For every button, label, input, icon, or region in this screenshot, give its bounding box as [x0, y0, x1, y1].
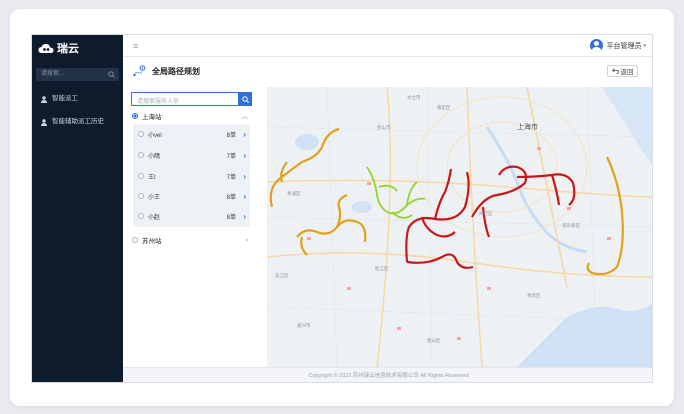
route-map[interactable]: 上海市 青浦区 松江区 闵行区 嘉定区 浦东新区 奉贤区 金山区 昆山市 太仓市…	[267, 87, 653, 367]
member-order-count: 7单	[226, 153, 236, 160]
map-label: 松江区	[375, 265, 389, 272]
page-title-group: 全局路径规划	[133, 65, 200, 77]
member-row[interactable]: 小王 8单 ›	[133, 186, 250, 206]
user-icon	[41, 118, 47, 126]
member-row[interactable]: 小隋 7单 ›	[133, 145, 250, 165]
member-name: 小隋	[148, 153, 161, 160]
map-canvas[interactable]: 上海市 青浦区 松江区 闵行区 嘉定区 浦东新区 奉贤区 金山区 昆山市 太仓市…	[267, 87, 653, 367]
member-radio[interactable]	[138, 131, 144, 137]
group-name: 苏州站	[142, 238, 162, 245]
chevron-right-icon[interactable]: ›	[243, 172, 246, 181]
back-button-label: 返回	[620, 69, 634, 76]
map-label: 闵行区	[479, 210, 493, 217]
member-row[interactable]: 小vel 8单 ›	[133, 124, 250, 144]
lake	[352, 201, 372, 213]
route-orange	[269, 127, 624, 276]
map-label: 吴江区	[275, 272, 289, 279]
group-radio[interactable]	[132, 113, 138, 119]
brand-name: 瑞云	[57, 43, 79, 55]
user-name: 平台管理员	[606, 42, 642, 50]
chevron-right-icon[interactable]: ›	[243, 192, 246, 201]
sidebar-item-label: 智能辅助派工历史	[52, 118, 104, 125]
route-icon	[133, 65, 146, 77]
member-name: 小vel	[148, 132, 162, 139]
brand-logo[interactable]: 瑞云	[38, 41, 79, 55]
member-row[interactable]: 王I 7单 ›	[133, 166, 250, 186]
search-icon	[108, 71, 115, 78]
member-radio[interactable]	[138, 152, 144, 158]
member-order-count: 7单	[226, 174, 236, 181]
group-name: 上海站	[142, 114, 162, 121]
map-label: 嘉兴市	[297, 322, 311, 329]
app-window: 瑞云 请搜索... 智能派工 智能辅助派工历史 ≡ 平台管理员 ▾ 全局路径规划…	[31, 34, 653, 383]
chevron-right-icon[interactable]: ›	[243, 212, 246, 221]
staff-panel: 请搜索服务人员 上海站 ︿ 小vel 8单 › 小隋 7单 › 王I 7单 › …	[123, 87, 257, 367]
sea-area	[602, 87, 652, 165]
back-arrow-icon	[611, 68, 619, 74]
member-name: 小赵	[148, 214, 161, 221]
staff-search-button[interactable]	[238, 92, 252, 106]
cloud-logo-icon	[38, 43, 54, 53]
group-suzhou[interactable]: 苏州站 ›	[132, 234, 250, 246]
top-bar: ≡ 平台管理员 ▾	[123, 35, 652, 57]
user-menu[interactable]: 平台管理员 ▾	[590, 39, 646, 52]
staff-search-input[interactable]: 请搜索服务人员	[131, 92, 252, 106]
ring-roads	[416, 96, 588, 238]
chevron-up-icon[interactable]: ︿	[241, 111, 248, 121]
map-label: 金山区	[427, 337, 441, 344]
user-icon	[41, 95, 47, 103]
chevron-right-icon[interactable]: ›	[243, 151, 246, 160]
member-name: 小王	[148, 194, 161, 201]
avatar	[590, 39, 604, 52]
route-green	[366, 166, 426, 219]
member-order-count: 8单	[226, 194, 236, 201]
member-radio[interactable]	[138, 173, 144, 179]
map-label: 奉贤区	[527, 292, 541, 299]
sidebar-search-placeholder: 请搜索...	[41, 71, 65, 77]
sidebar-item-label: 智能派工	[52, 95, 78, 102]
sidebar-search-input[interactable]: 请搜索...	[36, 68, 119, 81]
member-name: 王I	[148, 174, 156, 181]
map-label: 昆山市	[377, 124, 391, 131]
member-radio[interactable]	[138, 213, 144, 219]
sidebar-item-smart-dispatch[interactable]: 智能派工	[32, 92, 123, 106]
footer-copyright: Copyright © 2022 苏州瑞云信息技术有限公司 All Rights…	[123, 367, 652, 382]
page-title: 全局路径规划	[152, 66, 200, 76]
group-shanghai[interactable]: 上海站 ︿	[132, 110, 250, 122]
map-label: 太仓市	[407, 94, 421, 101]
map-label: 嘉定区	[437, 104, 451, 111]
sidebar: 瑞云 请搜索... 智能派工 智能辅助派工历史	[32, 35, 123, 382]
page-header: 全局路径规划 返回	[123, 57, 652, 87]
map-city-label: 上海市	[517, 122, 538, 131]
lake	[295, 134, 319, 150]
member-radio[interactable]	[138, 193, 144, 199]
staff-search-placeholder: 请搜索服务人员	[137, 99, 180, 105]
map-label: 浦东新区	[562, 222, 580, 229]
back-button[interactable]: 返回	[607, 65, 638, 77]
map-label: 青浦区	[287, 190, 301, 197]
search-icon	[241, 95, 249, 103]
group-radio[interactable]	[132, 237, 138, 243]
member-order-count: 8单	[226, 132, 236, 139]
menu-toggle-icon[interactable]: ≡	[133, 41, 138, 51]
member-order-count: 8单	[226, 214, 236, 221]
chevron-right-icon[interactable]: ›	[246, 237, 248, 244]
sea-area	[517, 303, 652, 367]
member-list: 小vel 8单 › 小隋 7单 › 王I 7单 › 小王 8单 › 小赵 8单 …	[133, 124, 250, 227]
member-row[interactable]: 小赵 8单 ›	[133, 206, 250, 226]
sidebar-item-dispatch-history[interactable]: 智能辅助派工历史	[32, 115, 123, 129]
chevron-right-icon[interactable]: ›	[243, 130, 246, 139]
caret-down-icon: ▾	[643, 42, 646, 49]
